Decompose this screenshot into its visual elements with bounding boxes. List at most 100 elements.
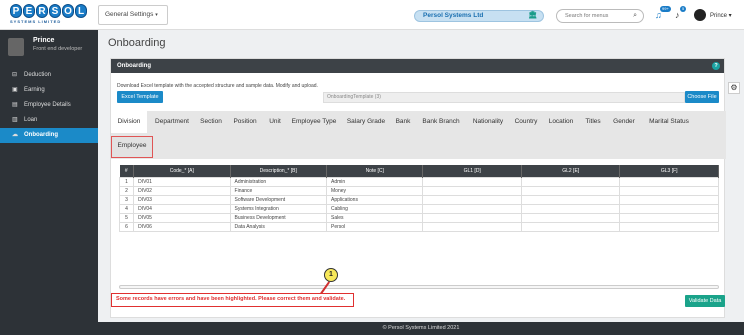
table-cell[interactable]: Finance — [229, 185, 328, 196]
page-title: Onboarding — [108, 37, 166, 49]
column-header: Note [C] — [326, 165, 424, 177]
callout-badge: 1 — [324, 268, 338, 282]
table-cell[interactable]: Persol — [325, 221, 424, 232]
table-cell[interactable] — [619, 212, 719, 223]
table-cell[interactable]: Business Development — [229, 212, 328, 223]
table-cell[interactable]: DIV05 — [133, 212, 231, 223]
company-name: Persol Systems Ltd — [423, 12, 484, 19]
table-cell[interactable]: DIV03 — [133, 194, 231, 205]
table-row: 1 DIV01 Administration Admin — [118, 176, 719, 187]
notification-bell-icon[interactable]: ♪ 5 — [675, 6, 687, 20]
file-name-field[interactable]: OnboardingTemplate (3) — [323, 92, 685, 103]
table-cell[interactable]: DIV02 — [133, 185, 231, 196]
sidebar-item-onboarding[interactable]: ☁ Onboarding — [0, 128, 98, 143]
table-cell[interactable]: Software Development — [229, 194, 328, 205]
tab-gender[interactable]: Gender — [607, 111, 641, 133]
search-icon: ⌕ — [633, 12, 637, 19]
table-cell[interactable] — [520, 221, 621, 232]
tab-salary-grade[interactable]: Salary Grade — [343, 111, 389, 133]
table-cell[interactable]: Cabling — [325, 203, 424, 214]
table-cell[interactable] — [520, 176, 621, 187]
logo-letter: R — [36, 4, 48, 18]
table-cell: 2 — [118, 185, 135, 196]
table-cell[interactable] — [520, 212, 621, 223]
excel-template-button[interactable]: Excel Template — [117, 91, 163, 103]
sidebar-item-loan[interactable]: ▥ Loan — [0, 113, 98, 128]
tab-employee-type[interactable]: Employee Type — [287, 111, 341, 133]
company-selector[interactable]: Persol Systems Ltd 🏛 — [414, 10, 544, 22]
tab-position[interactable]: Position — [227, 111, 263, 133]
bell-icon[interactable]: ♫ 99+ — [655, 6, 671, 20]
table-cell[interactable]: DIV06 — [133, 221, 231, 232]
table-cell[interactable] — [422, 194, 522, 205]
table-cell[interactable]: Sales — [325, 212, 424, 223]
table-cell[interactable]: Administration — [229, 176, 328, 187]
table-cell[interactable] — [422, 185, 522, 196]
table-cell[interactable] — [422, 212, 522, 223]
persol-logo[interactable]: PERSOL SYSTEMS LIMITED — [10, 4, 90, 26]
tab-department[interactable]: Department — [149, 111, 195, 133]
tab-nationality[interactable]: Nationality — [467, 111, 509, 133]
table-cell[interactable] — [520, 194, 621, 205]
caret-down-icon: ▾ — [155, 12, 158, 18]
tab-section[interactable]: Section — [197, 111, 225, 133]
tab-marital-status[interactable]: Marital Status — [643, 111, 695, 133]
sidebar-item-employee-details[interactable]: ▤ Employee Details — [0, 98, 98, 113]
table-cell[interactable] — [619, 203, 719, 214]
table-cell[interactable]: Admin — [325, 176, 424, 187]
table-cell[interactable] — [520, 203, 621, 214]
help-icon[interactable]: ? — [712, 62, 720, 70]
choose-file-button[interactable]: Choose File — [685, 91, 719, 103]
general-settings-dropdown[interactable]: General Settings ▾ — [98, 5, 168, 25]
tab-employee[interactable]: Employee — [111, 136, 153, 158]
search-placeholder: Search for menus — [565, 13, 609, 19]
table-cell[interactable] — [520, 185, 621, 196]
validate-data-button[interactable]: Validate Data — [685, 295, 725, 307]
error-message: Some records have errors and have been h… — [111, 293, 354, 307]
data-table: # Code_* [A] Description_* [B] Note [C] GL1 … — [118, 165, 719, 232]
table-cell[interactable] — [619, 221, 719, 232]
table-cell: 5 — [118, 212, 135, 223]
footer: © Persol Systems Limited 2021 — [98, 322, 744, 335]
sidebar-item-label: Earning — [24, 87, 45, 93]
sidebar-item-deduction[interactable]: ⊟ Deduction — [0, 68, 98, 83]
table-cell[interactable]: DIV04 — [133, 203, 231, 214]
alerts-badge: 5 — [680, 6, 687, 12]
table-cell[interactable] — [619, 176, 719, 187]
bank-icon: 🏛 — [528, 12, 537, 19]
tab-bank[interactable]: Bank — [391, 111, 415, 133]
user-menu[interactable]: Prince ▾ — [710, 12, 732, 19]
tab-division[interactable]: Division — [111, 111, 147, 133]
general-settings-label: General Settings — [105, 11, 154, 18]
horizontal-scrollbar[interactable] — [119, 285, 719, 289]
avatar[interactable] — [694, 9, 706, 21]
table-cell[interactable]: Applications — [325, 194, 424, 205]
table-cell[interactable]: DIV01 — [133, 176, 231, 187]
gear-icon[interactable]: ⚙ — [728, 82, 740, 94]
table-cell[interactable] — [422, 176, 522, 187]
column-header: GL3 [F] — [619, 165, 719, 177]
table-cell[interactable] — [619, 185, 719, 196]
column-header: # — [119, 165, 135, 177]
tab-unit[interactable]: Unit — [265, 111, 285, 133]
sidebar-item-earning[interactable]: ▣ Earning — [0, 83, 98, 98]
tab-country[interactable]: Country — [511, 111, 541, 133]
profile-photo — [8, 38, 24, 56]
column-header: Description_* [B] — [230, 165, 328, 177]
table-cell[interactable]: Systems Integration — [229, 203, 328, 214]
tab-titles[interactable]: Titles — [581, 111, 605, 133]
profile-name: Prince — [33, 37, 55, 44]
tab-bank-branch[interactable]: Bank Branch — [417, 111, 465, 133]
sidebar-item-label: Deduction — [24, 72, 52, 78]
table-cell[interactable] — [422, 203, 522, 214]
download-instructions: Download Excel template with the accepte… — [117, 83, 318, 89]
table-cell[interactable] — [422, 221, 522, 232]
sidebar: Prince Front end developer ⊟ Deduction ▣ Ea… — [0, 30, 98, 335]
table-cell[interactable] — [619, 194, 719, 205]
table-cell[interactable]: Data Analysis — [229, 221, 328, 232]
tab-location[interactable]: Location — [543, 111, 579, 133]
menu-search-input[interactable]: Search for menus ⌕ — [556, 9, 644, 23]
table-cell[interactable]: Money — [325, 185, 424, 196]
table-row: 2 DIV02 Finance Money — [118, 185, 719, 196]
user-name: Prince — [710, 13, 728, 19]
